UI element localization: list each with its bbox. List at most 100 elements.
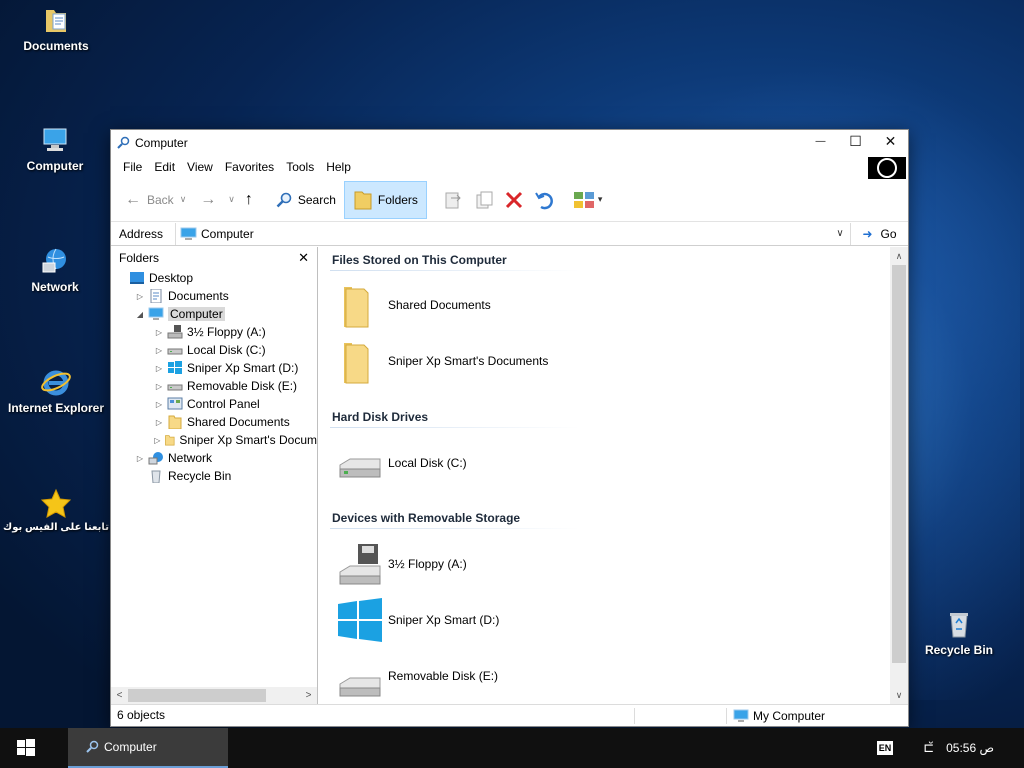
delete-button[interactable] bbox=[499, 181, 529, 219]
up-button[interactable]: ↑ bbox=[241, 181, 263, 219]
back-arrow-icon: ← bbox=[125, 190, 141, 208]
recycle-bin-icon bbox=[950, 613, 968, 638]
desktop-icon-recycle-bin[interactable]: Recycle Bin bbox=[904, 608, 1014, 657]
scroll-thumb[interactable] bbox=[892, 265, 906, 663]
tree-item[interactable]: ▷ Removable Disk (E:) bbox=[111, 377, 317, 395]
menu-edit[interactable]: Edit bbox=[148, 160, 181, 174]
tree-expander-icon[interactable]: ◢ bbox=[134, 310, 146, 319]
menu-view[interactable]: View bbox=[181, 160, 219, 174]
undo-button[interactable] bbox=[529, 181, 559, 219]
scroll-left-icon[interactable]: < bbox=[111, 690, 128, 701]
tree-expander-icon[interactable]: ▷ bbox=[153, 382, 165, 391]
horizontal-scrollbar[interactable]: < > bbox=[111, 687, 317, 704]
language-indicator[interactable]: EN bbox=[876, 741, 894, 755]
close-icon[interactable]: ✕ bbox=[298, 250, 309, 266]
network-status-icon[interactable]: ⊏̆ bbox=[923, 740, 934, 756]
views-button[interactable]: ▾ bbox=[569, 181, 607, 219]
tree-expander-icon[interactable]: ▷ bbox=[153, 328, 165, 337]
address-label: Address bbox=[119, 226, 164, 241]
tree-expander-icon[interactable]: ▷ bbox=[153, 364, 165, 373]
hard-drive-icon bbox=[339, 458, 381, 478]
move-to-button[interactable] bbox=[439, 181, 469, 219]
group-title: Files Stored on This Computer bbox=[332, 253, 507, 267]
tree-item-label: Recycle Bin bbox=[168, 469, 232, 483]
forward-button[interactable]: → ∨ bbox=[196, 181, 239, 219]
menu-file[interactable]: File bbox=[117, 160, 148, 174]
group-header-hard-disks: Hard Disk Drives bbox=[330, 410, 580, 428]
folder-icon bbox=[168, 415, 182, 429]
copy-to-button[interactable] bbox=[469, 181, 499, 219]
internet-explorer-icon bbox=[41, 370, 71, 396]
scroll-right-icon[interactable]: > bbox=[300, 690, 317, 701]
close-button[interactable]: ✕ bbox=[873, 130, 908, 152]
tree-expander-icon[interactable]: ▷ bbox=[134, 454, 146, 463]
tree-item[interactable]: ▷ 3½ Floppy (A:) bbox=[111, 323, 317, 341]
maximize-button[interactable]: ☐ bbox=[838, 130, 873, 152]
address-input[interactable]: Computer ∨ bbox=[175, 222, 850, 245]
item-local-disk-c[interactable]: Local Disk (C:) bbox=[336, 439, 467, 487]
item-floppy-a[interactable]: 3½ Floppy (A:) bbox=[336, 540, 467, 588]
tree-item[interactable]: ▷ Documents bbox=[111, 287, 317, 305]
tree-item[interactable]: Recycle Bin bbox=[111, 467, 317, 485]
status-location: My Computer bbox=[753, 708, 826, 723]
item-shared-documents[interactable]: Shared Documents bbox=[336, 281, 491, 329]
desktop-icon-label: Documents bbox=[23, 39, 89, 53]
title-bar[interactable]: Computer — ☐ ✕ bbox=[111, 130, 908, 156]
folders-toggle-button[interactable]: Folders bbox=[343, 180, 427, 219]
chevron-down-icon: ∨ bbox=[179, 194, 187, 204]
item-sniper-documents[interactable]: Sniper Xp Smart's Documents bbox=[336, 337, 548, 385]
minimize-button[interactable]: — bbox=[803, 130, 838, 152]
tree-item-label: Removable Disk (E:) bbox=[187, 379, 298, 393]
tree-expander-icon[interactable]: ▷ bbox=[153, 418, 165, 427]
tree-item[interactable]: ▷ Local Disk (C:) bbox=[111, 341, 317, 359]
explorer-body: Folders ✕ Desktop ▷ Documents ◢ Computer ▷ 3½ … bbox=[111, 247, 908, 704]
address-dropdown-icon[interactable]: ∨ bbox=[830, 228, 850, 239]
hard-drive-icon bbox=[167, 384, 183, 391]
tree-expander-icon[interactable]: ▷ bbox=[153, 400, 165, 409]
desktop-icon-label: تابعنا على الفيس بوك bbox=[3, 522, 109, 533]
tree-item[interactable]: ▷ Control Panel bbox=[111, 395, 317, 413]
up-arrow-icon: ↑ bbox=[244, 190, 253, 208]
item-label: Shared Documents bbox=[388, 298, 491, 312]
tree-expander-icon[interactable]: ▷ bbox=[153, 436, 162, 445]
tree-item[interactable]: ◢ Computer bbox=[111, 305, 317, 323]
maximize-icon: ☐ bbox=[849, 132, 862, 149]
back-button[interactable]: ← Back ∨ bbox=[121, 181, 190, 219]
menu-help[interactable]: Help bbox=[320, 160, 357, 174]
clock[interactable]: 05:56 ص bbox=[946, 741, 994, 755]
desktop-icon-documents[interactable]: Documents bbox=[1, 4, 111, 53]
tree-item[interactable]: ▷ Sniper Xp Smart's Docum bbox=[111, 431, 317, 449]
desktop-icon-facebook-shortcut[interactable]: تابعنا على الفيس بوك bbox=[1, 487, 111, 533]
scroll-thumb[interactable] bbox=[128, 689, 266, 702]
search-icon bbox=[276, 192, 292, 207]
scroll-up-icon[interactable]: ∧ bbox=[890, 247, 908, 265]
computer-icon bbox=[733, 709, 749, 722]
tree-item[interactable]: ▷ Network bbox=[111, 449, 317, 467]
item-removable-e[interactable]: Removable Disk (E:) bbox=[336, 652, 498, 700]
start-button[interactable] bbox=[0, 728, 52, 768]
menu-favorites[interactable]: Favorites bbox=[219, 160, 280, 174]
tree-item-label: Sniper Xp Smart (D:) bbox=[187, 361, 299, 375]
vertical-scrollbar[interactable]: ∧ ∨ bbox=[890, 247, 908, 704]
desktop-icon-internet-explorer[interactable]: Internet Explorer bbox=[1, 366, 111, 415]
tree-item[interactable]: ▷ Sniper Xp Smart (D:) bbox=[111, 359, 317, 377]
scroll-down-icon[interactable]: ∨ bbox=[890, 686, 908, 704]
folder-tree: Desktop ▷ Documents ◢ Computer ▷ 3½ Floppy (A:… bbox=[111, 269, 317, 485]
tree-expander-icon[interactable]: ▷ bbox=[153, 346, 165, 355]
search-button[interactable]: Search bbox=[271, 181, 340, 219]
menu-tools[interactable]: Tools bbox=[280, 160, 320, 174]
undo-icon bbox=[535, 191, 553, 209]
desktop-icon-network[interactable]: Network bbox=[0, 245, 110, 294]
move-to-icon bbox=[445, 192, 461, 208]
tree-expander-icon[interactable]: ▷ bbox=[134, 292, 146, 301]
taskbar-app-computer[interactable]: Computer bbox=[68, 728, 228, 768]
folder-icon bbox=[354, 191, 372, 209]
desktop-icon-computer[interactable]: Computer bbox=[0, 124, 110, 173]
menu-bar: File Edit View Favorites Tools Help bbox=[111, 156, 908, 179]
tree-item[interactable]: ▷ Shared Documents bbox=[111, 413, 317, 431]
item-sniper-d[interactable]: Sniper Xp Smart (D:) bbox=[336, 596, 499, 644]
chevron-down-icon: ∨ bbox=[228, 194, 235, 204]
desktop-icon-label: Computer bbox=[26, 159, 84, 173]
go-button[interactable]: ➜ Go bbox=[850, 222, 908, 245]
tree-item[interactable]: Desktop bbox=[111, 269, 317, 287]
